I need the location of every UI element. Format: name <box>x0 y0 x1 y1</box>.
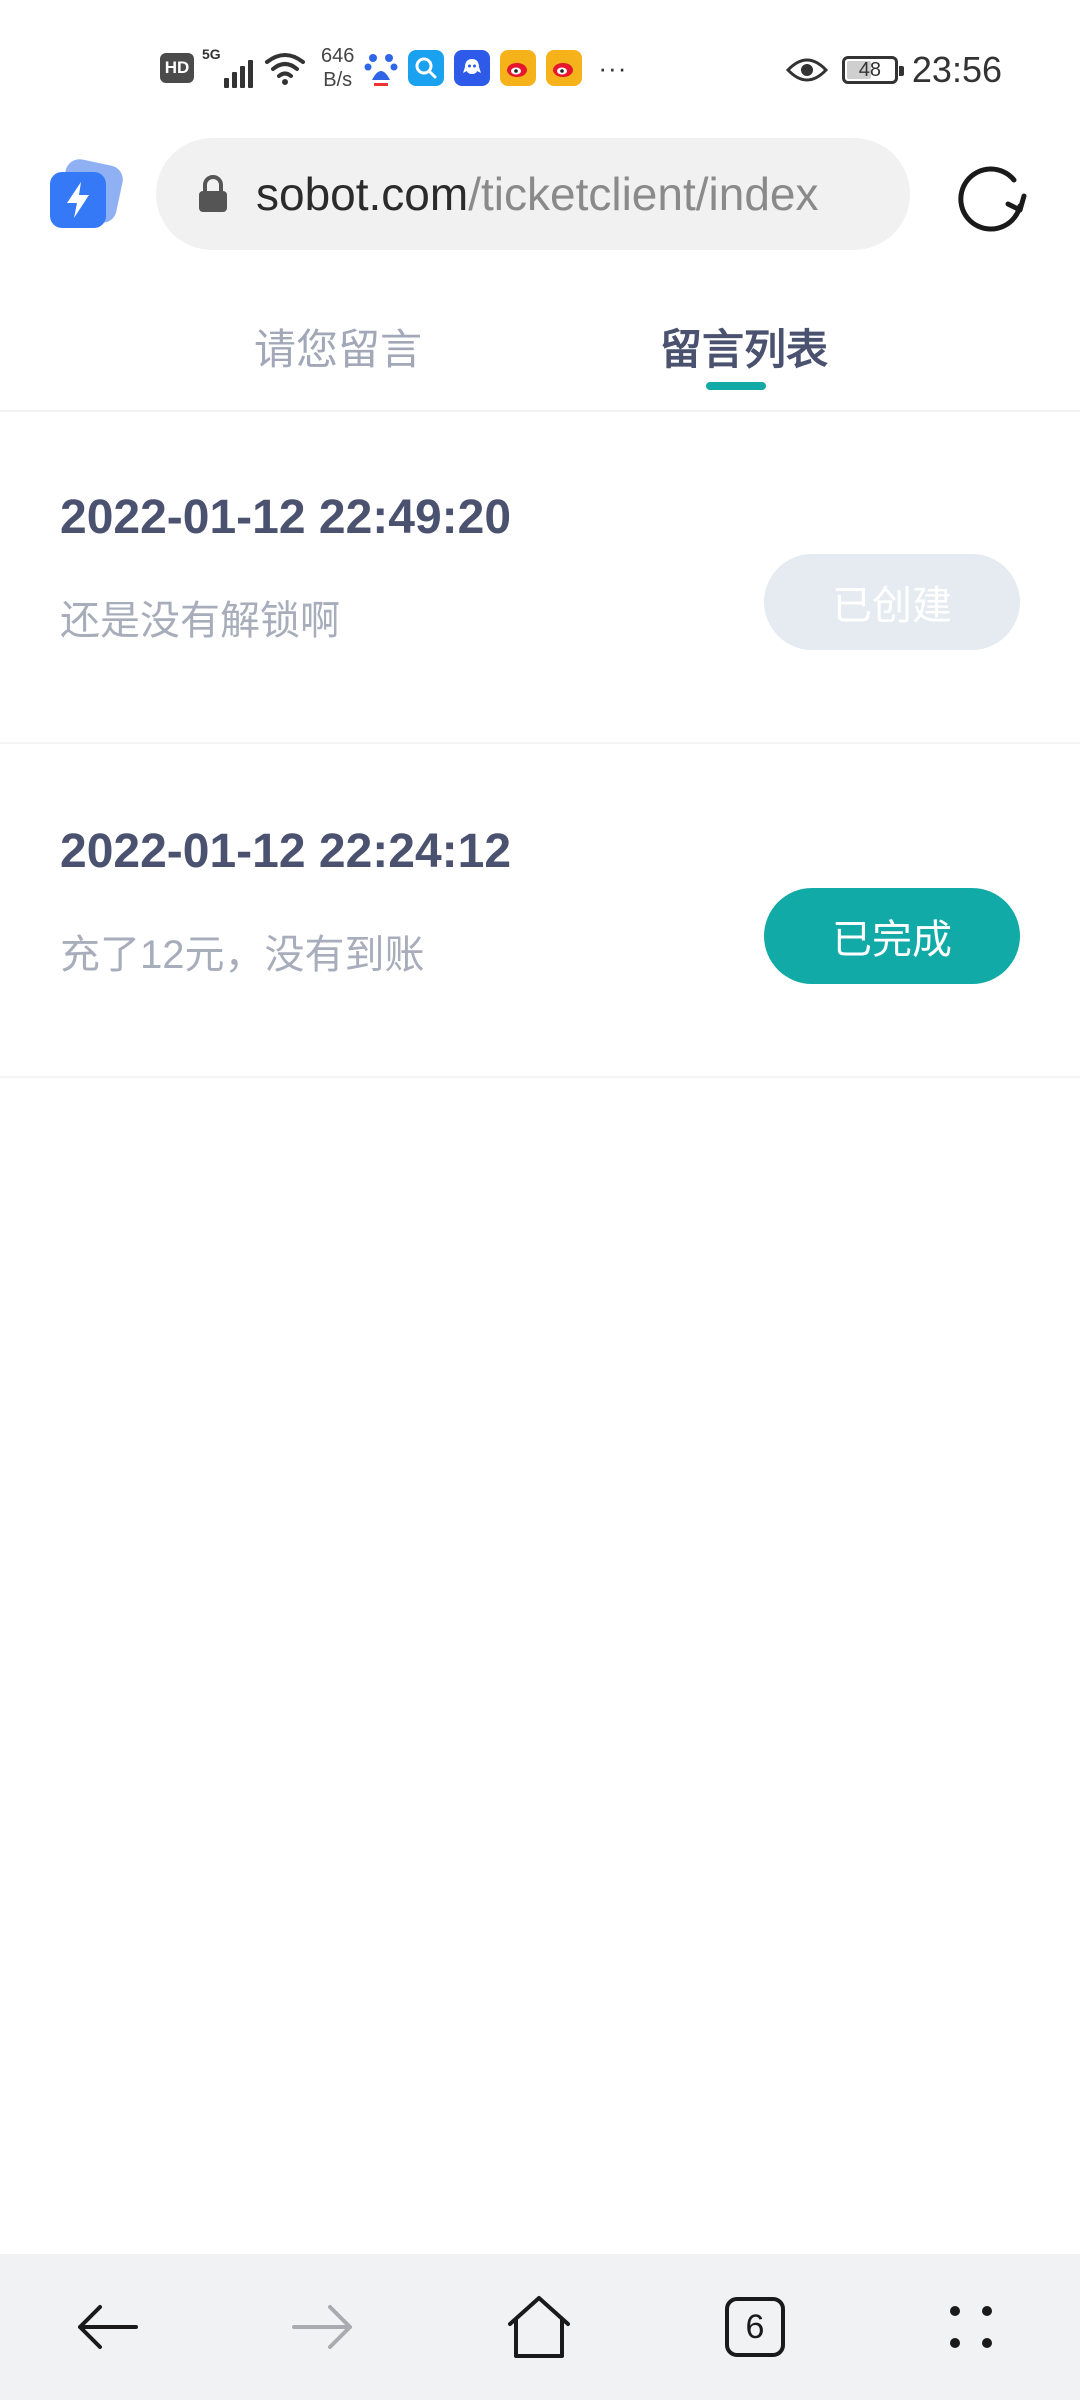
menu-dots-icon <box>950 2306 992 2348</box>
net-speed-value: 646 <box>321 45 355 67</box>
eye-comfort-icon <box>785 58 828 82</box>
tabs-button[interactable]: 6 <box>712 2284 798 2370</box>
reload-icon[interactable] <box>952 158 1032 238</box>
lock-icon <box>199 175 227 212</box>
status-bar: HD 5G 646 B/s ··· 48 23:56 <box>0 0 1080 130</box>
search-app-icon <box>408 50 445 86</box>
tab-message-list[interactable]: 留言列表 <box>660 316 828 377</box>
tab-leave-message[interactable]: 请您留言 <box>254 316 422 377</box>
status-bar-right: 48 23:56 <box>785 42 1002 98</box>
back-button[interactable] <box>64 2284 150 2370</box>
url-path: /ticketclient/index <box>468 168 819 220</box>
browser-app-icon[interactable] <box>48 156 126 234</box>
more-notifications-icon: ··· <box>598 52 628 83</box>
url-text: sobot.com/ticketclient/index <box>256 167 819 221</box>
battery-icon: 48 <box>841 56 904 84</box>
browser-toolbar: sobot.com/ticketclient/index <box>0 130 1080 270</box>
forward-button[interactable] <box>280 2284 366 2370</box>
list-item[interactable]: 2022-01-12 22:49:20 还是没有解锁啊 已创建 <box>0 410 1080 744</box>
arrow-right-icon <box>292 2305 352 2349</box>
qq-icon <box>454 50 491 86</box>
net-speed: 646 B/s <box>321 44 354 92</box>
network-type: 5G <box>202 46 221 62</box>
browser-bottom-nav: 6 <box>0 2254 1080 2400</box>
ticket-time: 2022-01-12 22:24:12 <box>60 825 512 878</box>
status-badge[interactable]: 已创建 <box>764 554 1020 650</box>
ticket-description: 还是没有解锁啊 <box>60 599 340 643</box>
address-bar[interactable]: sobot.com/ticketclient/index <box>156 138 910 250</box>
ticket-time: 2022-01-12 22:49:20 <box>60 491 512 544</box>
ticket-list: 2022-01-12 22:49:20 还是没有解锁啊 已创建 2022-01-… <box>0 410 1080 1078</box>
baidu-icon <box>364 54 398 86</box>
home-button[interactable] <box>496 2284 582 2370</box>
home-icon <box>508 2296 570 2358</box>
ticket-description: 充了12元，没有到账 <box>60 933 425 977</box>
cellular-signal-icon: 5G <box>202 46 253 88</box>
url-domain: sobot.com <box>256 168 469 220</box>
list-item[interactable]: 2022-01-12 22:24:12 充了12元，没有到账 已完成 <box>0 744 1080 1078</box>
status-badge[interactable]: 已完成 <box>764 888 1020 984</box>
arrow-left-icon <box>78 2305 138 2349</box>
menu-button[interactable] <box>928 2284 1014 2370</box>
status-bar-left: HD 5G 646 B/s ··· <box>160 40 627 96</box>
hd-badge: HD <box>160 53 194 83</box>
tab-count: 6 <box>745 2307 765 2346</box>
lightning-icon <box>67 182 89 218</box>
wifi-icon <box>265 53 305 85</box>
net-speed-unit: B/s <box>323 69 353 91</box>
clock: 23:56 <box>911 49 1002 90</box>
battery-level: 48 <box>858 58 882 81</box>
weibo-icon <box>500 50 537 86</box>
active-tab-indicator <box>706 382 766 390</box>
tab-bar: 请您留言 留言列表 <box>0 300 1080 412</box>
weibo-icon <box>546 50 583 86</box>
